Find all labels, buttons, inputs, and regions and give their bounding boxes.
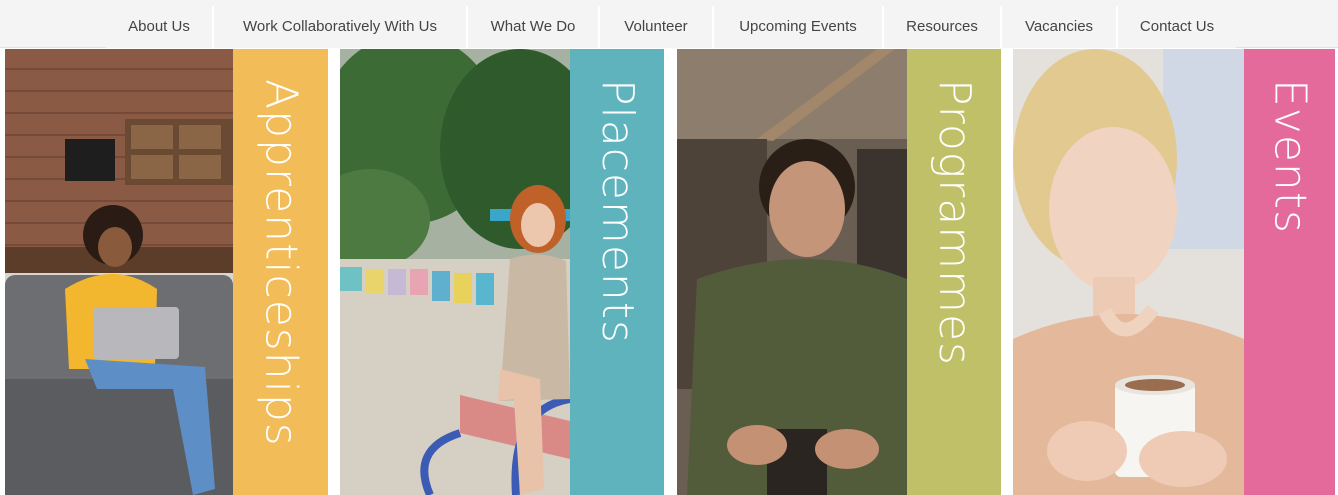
nav-resources[interactable]: Resources [884,6,1000,48]
placements-band: Placements [570,49,664,495]
placements-label: Placements [592,79,643,344]
panel-apprenticeships[interactable]: Apprenticeships [5,49,328,495]
events-photo [1013,49,1244,495]
nav-what-we-do[interactable]: What We Do [468,6,598,48]
programmes-photo [677,49,907,495]
events-band: Events [1244,49,1335,495]
panel-placements[interactable]: Placements [340,49,664,495]
nav-vacancies[interactable]: Vacancies [1002,6,1116,48]
nav-work-collaboratively[interactable]: Work Collaboratively With Us [214,6,466,48]
events-label: Events [1264,79,1316,234]
panel-events[interactable]: Events [1013,49,1335,495]
main-nav: About Us Work Collaboratively With Us Wh… [0,0,1338,48]
apprenticeships-photo [5,49,233,495]
apprenticeships-label: Apprenticeships [255,79,307,447]
nav-about-us[interactable]: About Us [106,6,212,48]
nav-upcoming-events[interactable]: Upcoming Events [714,6,882,48]
programmes-band: Programmes [907,49,1001,495]
apprenticeships-band: Apprenticeships [233,49,328,495]
nav-contact-us[interactable]: Contact Us [1118,6,1236,48]
programmes-label: Programmes [929,79,980,366]
feature-panels: Apprenticeships Placements Programmes Ev… [0,49,1338,495]
nav-volunteer[interactable]: Volunteer [600,6,712,48]
placements-photo [340,49,570,495]
panel-programmes[interactable]: Programmes [677,49,1001,495]
